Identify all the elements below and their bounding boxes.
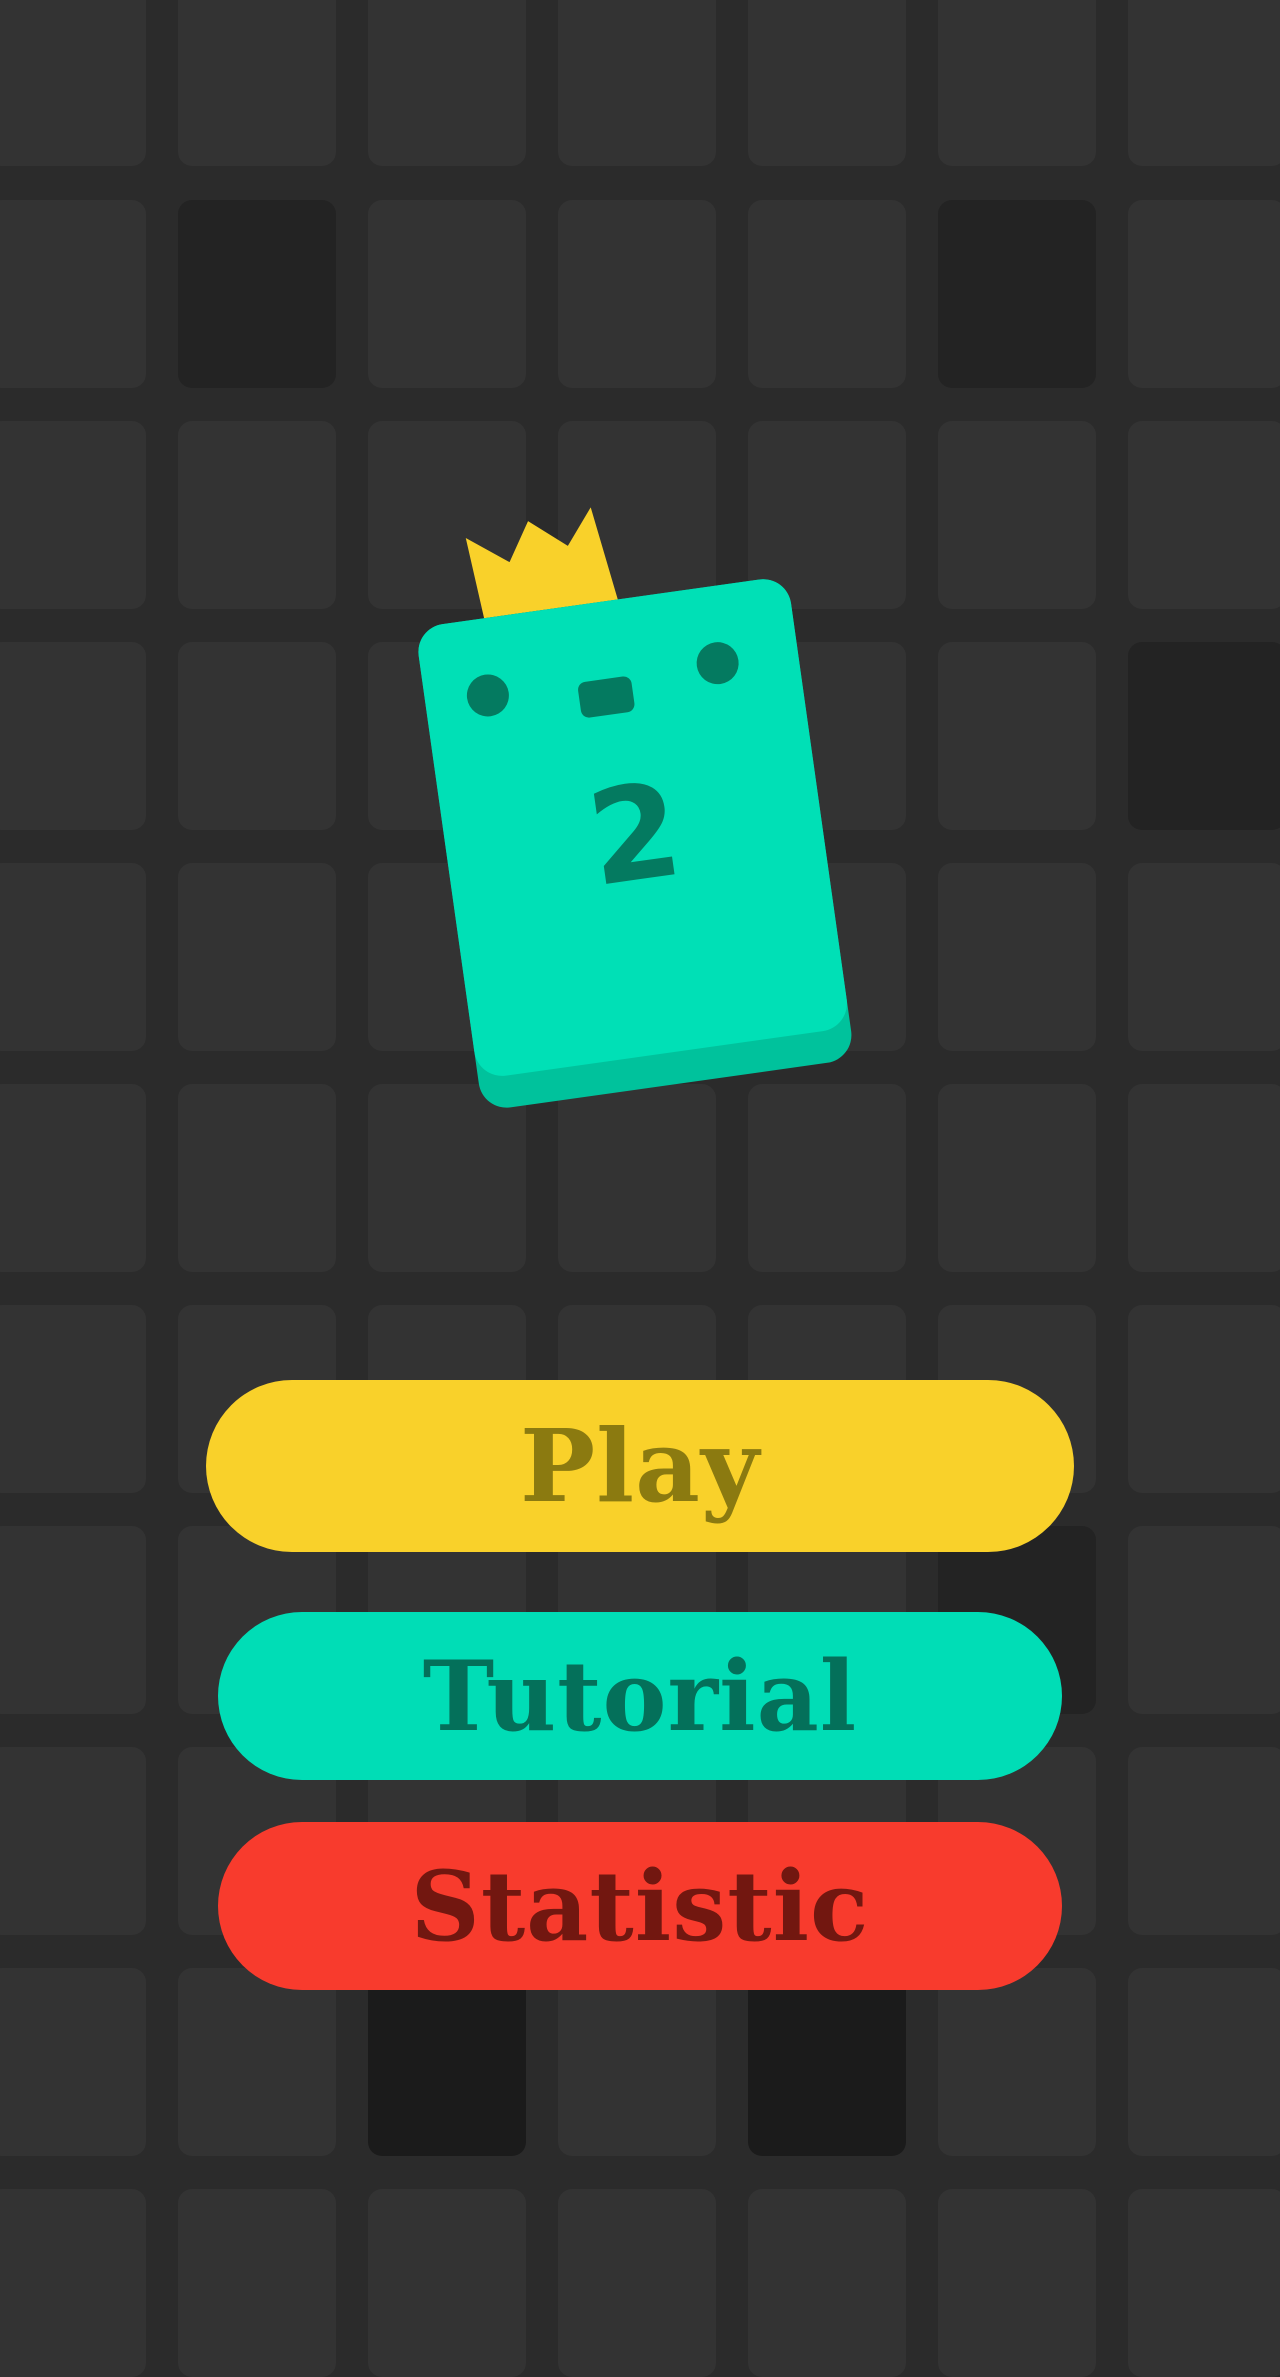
board-tile	[0, 421, 146, 609]
board-tile	[1128, 1968, 1280, 2156]
board-tile-darker	[368, 1968, 526, 2156]
board-tile	[178, 642, 336, 830]
board-tile	[0, 642, 146, 830]
board-tile	[748, 2189, 906, 2377]
board-tile	[938, 1084, 1096, 1272]
board-tile	[0, 1526, 146, 1714]
board-tile	[1128, 1747, 1280, 1935]
board-tile	[558, 642, 716, 830]
board-tile	[368, 200, 526, 388]
board-tile	[0, 0, 146, 166]
play-button-label: Play	[519, 1407, 761, 1525]
board-tile	[1128, 421, 1280, 609]
board-tile	[1128, 2189, 1280, 2377]
board-tile	[368, 2189, 526, 2377]
board-tile	[938, 2189, 1096, 2377]
board-tile	[558, 421, 716, 609]
board-tile	[938, 0, 1096, 166]
board-tile	[368, 0, 526, 166]
board-tile	[0, 1305, 146, 1493]
board-tile-darker	[748, 1968, 906, 2156]
board-tile	[938, 863, 1096, 1051]
board-tile	[368, 421, 526, 609]
board-tile	[1128, 1526, 1280, 1714]
board-tile	[748, 642, 906, 830]
board-tile	[178, 1968, 336, 2156]
board-tile	[178, 1084, 336, 1272]
play-button[interactable]: Play	[206, 1380, 1074, 1552]
board-tile	[0, 1747, 146, 1935]
board-tile	[558, 200, 716, 388]
board-tile	[1128, 863, 1280, 1051]
board-tile	[178, 2189, 336, 2377]
board-tile	[368, 863, 526, 1051]
board-tile-dark	[178, 200, 336, 388]
statistic-button-label: Statistic	[410, 1849, 870, 1963]
tutorial-button[interactable]: Tutorial	[218, 1612, 1062, 1780]
board-tile	[748, 863, 906, 1051]
board-tile	[748, 1084, 906, 1272]
board-tile-dark	[1128, 642, 1280, 830]
board-tile	[748, 0, 906, 166]
board-tile	[748, 421, 906, 609]
board-tile	[178, 0, 336, 166]
board-tile	[0, 1084, 146, 1272]
board-tile	[0, 863, 146, 1051]
board-tile	[1128, 0, 1280, 166]
board-tile	[938, 421, 1096, 609]
board-tile	[1128, 1305, 1280, 1493]
statistic-button[interactable]: Statistic	[218, 1822, 1062, 1990]
board-tile	[1128, 200, 1280, 388]
board-tile	[368, 1084, 526, 1272]
board-tile	[938, 1968, 1096, 2156]
board-tile	[178, 421, 336, 609]
board-tile	[558, 2189, 716, 2377]
board-tile	[558, 1084, 716, 1272]
board-tile	[1128, 1084, 1280, 1272]
board-tile	[0, 1968, 146, 2156]
board-tile	[368, 642, 526, 830]
board-tile	[938, 642, 1096, 830]
tutorial-button-label: Tutorial	[422, 1639, 858, 1753]
board-tile	[558, 1968, 716, 2156]
board-tile	[558, 0, 716, 166]
board-tile	[178, 863, 336, 1051]
board-tile	[0, 2189, 146, 2377]
board-tile	[558, 863, 716, 1051]
board-tile	[0, 200, 146, 388]
board-tile-dark	[938, 200, 1096, 388]
board-tile	[748, 200, 906, 388]
